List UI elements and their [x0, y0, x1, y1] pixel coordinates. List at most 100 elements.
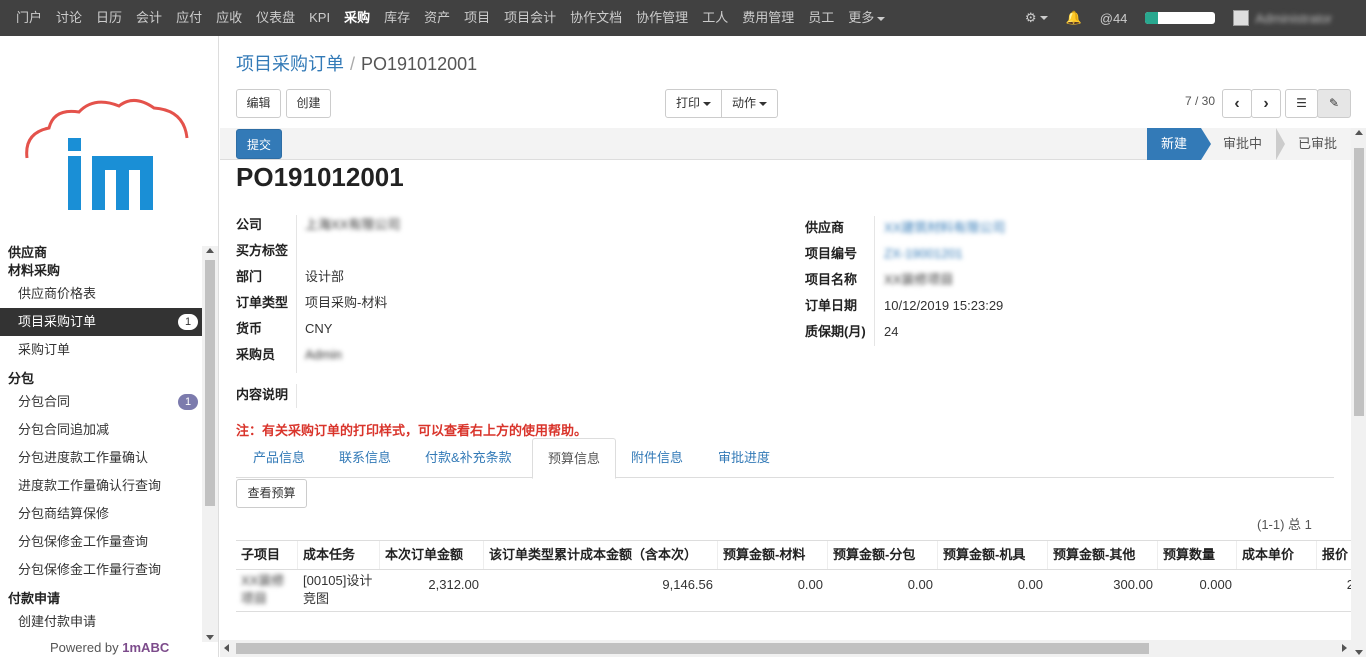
topnav-item[interactable]: 项目会计	[504, 0, 556, 36]
content-scroll-thumb[interactable]	[1354, 148, 1364, 416]
table-column-header[interactable]: 预算数量	[1158, 541, 1237, 569]
sidebar-item[interactable]: 分包商结算保修	[0, 500, 202, 528]
topnav-item[interactable]: 库存	[384, 0, 410, 36]
field-value[interactable]: XX建筑材料有限公司	[884, 215, 1005, 241]
tab-item[interactable]: 产品信息	[253, 438, 305, 478]
topnav-item[interactable]: 项目	[464, 0, 490, 36]
sidebar-item[interactable]: 分包合同 1	[0, 388, 202, 416]
scroll-down-icon[interactable]	[1355, 650, 1363, 655]
print-action-group: 打印 动作	[665, 89, 778, 118]
sidebar-menu: 供应商 材料采购 供应商价格表 项目采购订单 1 采购订单 分包 分包合同 1 分包合同追加减 分包…	[0, 242, 202, 642]
field-value: 项目采购-材料	[305, 295, 388, 310]
topnav-item[interactable]: 员工	[808, 0, 834, 36]
field-value: XX装修项目	[884, 272, 954, 287]
status-step[interactable]: 已审批	[1275, 128, 1351, 160]
topnav-item[interactable]: 门户	[16, 0, 42, 36]
action-dropdown[interactable]: 动作	[721, 89, 778, 118]
horizontal-scroll-thumb[interactable]	[236, 643, 1149, 654]
budget-table: 子项目 成本任务 本次订单金额 该订单类型累计成本金额（含本次） 预算金额-材料 预算金额…	[236, 540, 1351, 612]
topnav-item[interactable]: 应收	[216, 0, 242, 36]
topnav-item[interactable]: 费用管理	[742, 0, 794, 36]
sidebar-item-label: 创建付款申请	[18, 614, 97, 629]
sidebar-item[interactable]: 项目采购订单 1	[0, 308, 202, 336]
form-view-button[interactable]: ✎	[1317, 89, 1351, 118]
pager-next-button[interactable]: ›	[1251, 89, 1281, 118]
sidebar-item[interactable]: 分包进度款工作量确认	[0, 444, 202, 472]
field-value: 10/12/2019 15:23:29	[884, 298, 1004, 313]
topnav-item[interactable]: 应付	[176, 0, 202, 36]
table-cell	[1237, 570, 1317, 611]
settings-gear-icon[interactable]: ⚙	[1025, 10, 1048, 26]
tab-item[interactable]: 预算信息	[532, 438, 617, 479]
field-label: 项目名称	[805, 272, 858, 287]
sidebar-item[interactable]: 分包保修金工作量查询	[0, 528, 202, 556]
storage-progress-bar	[1145, 12, 1216, 24]
table-column-header[interactable]: 成本任务	[298, 541, 380, 569]
sidebar-scroll-thumb[interactable]	[205, 260, 215, 506]
chevron-right-icon: ›	[1263, 95, 1269, 112]
notification-bell-icon[interactable]: 🔔	[1066, 10, 1082, 26]
scroll-up-icon[interactable]	[206, 248, 214, 253]
table-cell: 0.000	[1199, 577, 1232, 592]
topnav-item[interactable]: KPI	[309, 0, 330, 36]
user-avatar[interactable]	[1233, 10, 1250, 26]
table-column-header[interactable]: 预算金额-其他	[1048, 541, 1158, 569]
topnav-item[interactable]: 日历	[96, 0, 122, 36]
table-column-header[interactable]: 子项目	[236, 541, 298, 569]
table-horizontal-scrollbar[interactable]	[220, 640, 1351, 657]
sidebar-item[interactable]: 供应商价格表	[0, 280, 202, 308]
sidebar-item[interactable]: 进度款工作量确认行查询	[0, 472, 202, 500]
tab-item[interactable]: 附件信息	[631, 438, 683, 478]
print-dropdown[interactable]: 打印	[665, 89, 722, 118]
table-row[interactable]: XX装修项目 [00105]设计竞图 2,312.00 9,146.56 0.00 0.0…	[236, 570, 1351, 612]
topnav-item[interactable]: 仪表盘	[256, 0, 295, 36]
topnav-item[interactable]: 讨论	[56, 0, 82, 36]
user-name[interactable]: Administrator	[1255, 11, 1332, 26]
topnav-item[interactable]: 工人	[702, 0, 728, 36]
submit-button[interactable]: 提交	[236, 129, 282, 159]
table-column-header[interactable]: 该订单类型累计成本金额（含本次）	[484, 541, 718, 569]
list-view-button[interactable]: ☰	[1285, 89, 1318, 118]
sidebar-scrollbar[interactable]	[202, 246, 218, 642]
topnav-item[interactable]: 会计	[136, 0, 162, 36]
scroll-left-icon[interactable]	[224, 644, 229, 652]
topnav-item[interactable]: 协作管理	[636, 0, 688, 36]
top-navbar: 门户 讨论 日历 会计 应付 应收 仪表盘 KPI 采购 库存 资产 项目 项目会计 协作文档 协作管理 工人…	[0, 0, 1366, 36]
tab-item[interactable]: 联系信息	[339, 438, 391, 478]
mentions-counter[interactable]: @44	[1100, 11, 1128, 26]
field-label: 项目编号	[805, 246, 858, 261]
topnav-item[interactable]: 采购	[344, 0, 370, 36]
table-column-header[interactable]: 预算金额-材料	[718, 541, 828, 569]
scroll-right-icon[interactable]	[1342, 644, 1347, 652]
table-column-header[interactable]: 成本单价	[1237, 541, 1317, 569]
table-column-header[interactable]: 预算金额-机具	[938, 541, 1048, 569]
topnav-item[interactable]: 资产	[424, 0, 450, 36]
scroll-down-icon[interactable]	[206, 635, 214, 640]
breadcrumb-parent[interactable]: 项目采购订单	[236, 54, 344, 74]
status-step[interactable]: 新建	[1146, 128, 1211, 160]
content-vertical-scrollbar[interactable]	[1351, 128, 1366, 657]
topnav-item[interactable]: 协作文档	[570, 0, 622, 36]
powered-brand[interactable]: 1mABC	[122, 640, 169, 655]
create-button[interactable]: 创建	[286, 89, 331, 118]
sidebar-item-label: 采购订单	[18, 342, 71, 357]
status-step[interactable]: 审批中	[1200, 128, 1286, 160]
content-label: 内容说明	[236, 387, 289, 402]
print-help-note: 注：有关采购订单的打印样式，可以查看右上方的使用帮助。	[236, 423, 588, 438]
sidebar-item[interactable]: 创建付款申请	[0, 608, 202, 636]
sidebar-item[interactable]: 分包保修金工作量行查询	[0, 556, 202, 584]
table-column-header[interactable]: 报价	[1317, 541, 1351, 569]
pager-previous-button[interactable]: ‹	[1222, 89, 1252, 118]
sidebar-item[interactable]: 采购订单	[0, 336, 202, 364]
field-label: 货币	[236, 321, 263, 336]
topnav-more-dropdown[interactable]: 更多	[848, 0, 886, 36]
sidebar-item[interactable]: 分包合同追加减	[0, 416, 202, 444]
edit-button[interactable]: 编辑	[236, 89, 281, 118]
table-column-header[interactable]: 预算金额-分包	[828, 541, 938, 569]
tab-item[interactable]: 付款&补充条款	[425, 438, 512, 478]
table-column-header[interactable]: 本次订单金额	[380, 541, 484, 569]
view-budget-button[interactable]: 查看预算	[236, 479, 307, 508]
tab-item[interactable]: 审批进度	[718, 438, 770, 478]
scroll-up-icon[interactable]	[1355, 130, 1363, 135]
field-value[interactable]: ZX-19001201	[884, 241, 963, 267]
